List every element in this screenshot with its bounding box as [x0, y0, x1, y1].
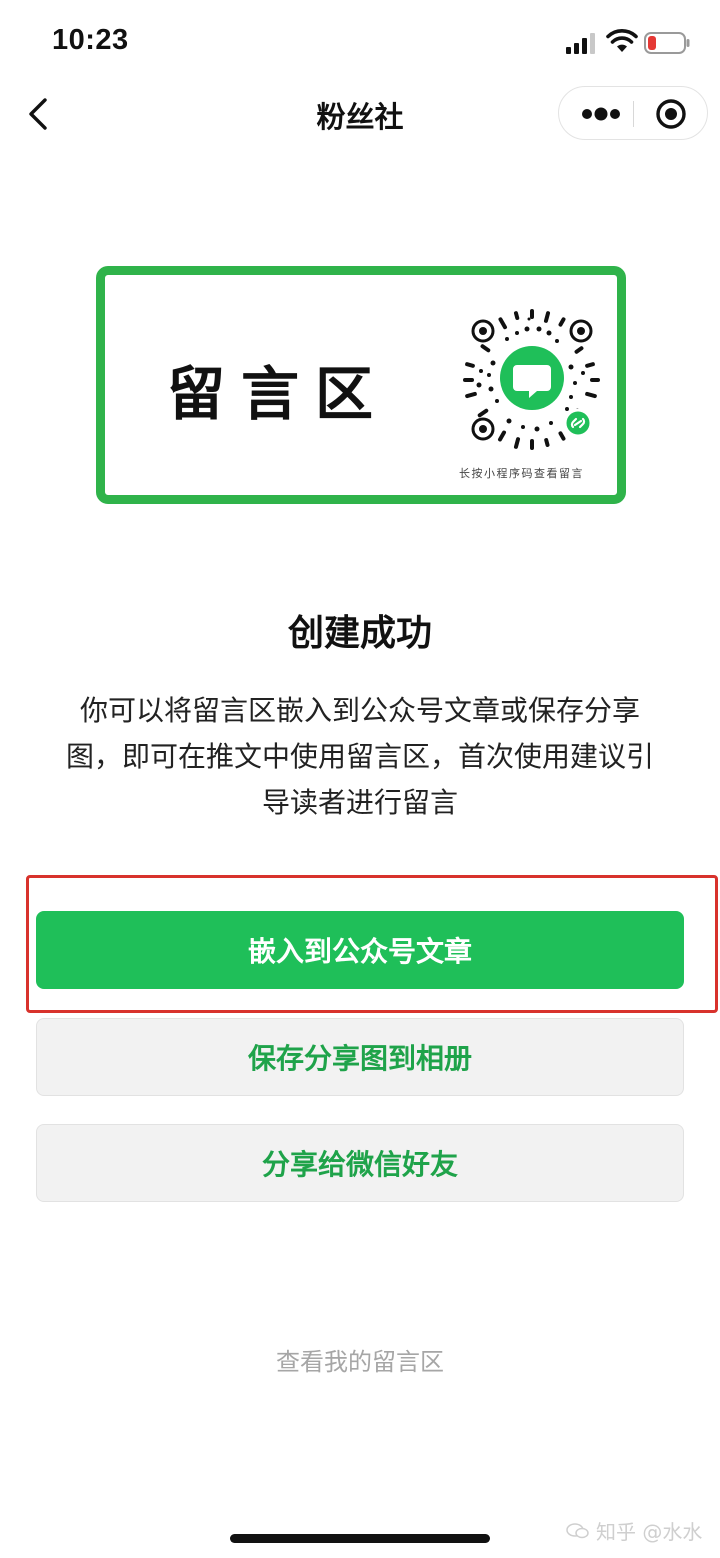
success-description: 你可以将留言区嵌入到公众号文章或保存分享图，即可在推文中使用留言区，首次使用建议… — [65, 694, 654, 819]
success-title: 创建成功 — [287, 613, 432, 654]
capsule-divider — [633, 101, 634, 127]
card-title: 留言区 — [167, 360, 390, 428]
qr-caption: 长按小程序码查看留言 — [459, 467, 584, 480]
share-wechat-friend-button[interactable]: 分享给微信好友 — [36, 1124, 684, 1202]
nav-bar: 粉丝社 — [0, 86, 720, 142]
watermark-text: 知乎 @水水 — [596, 1520, 703, 1544]
embed-article-button[interactable]: 嵌入到公众号文章 — [36, 911, 684, 989]
cellular-signal-icon — [566, 33, 595, 54]
save-share-image-button[interactable]: 保存分享图到相册 — [36, 1018, 684, 1096]
comment-area-preview-card: 留言区 长按小程序码查看留言 — [96, 266, 626, 504]
status-time: 10:23 — [52, 24, 129, 56]
more-dots-icon[interactable] — [571, 89, 631, 139]
home-indicator — [230, 1534, 490, 1543]
battery-low-icon — [644, 32, 690, 54]
wechat-logo-icon — [566, 1522, 589, 1538]
mini-program-code-icon — [463, 309, 600, 450]
watermark: 知乎 @水水 — [566, 1516, 702, 1545]
mini-program-capsule — [558, 86, 708, 140]
target-close-icon[interactable] — [645, 89, 697, 139]
status-bar: 10:23 — [0, 0, 720, 86]
view-my-comments-link[interactable]: 查看我的留言区 — [0, 1342, 720, 1377]
wifi-icon — [606, 29, 638, 52]
